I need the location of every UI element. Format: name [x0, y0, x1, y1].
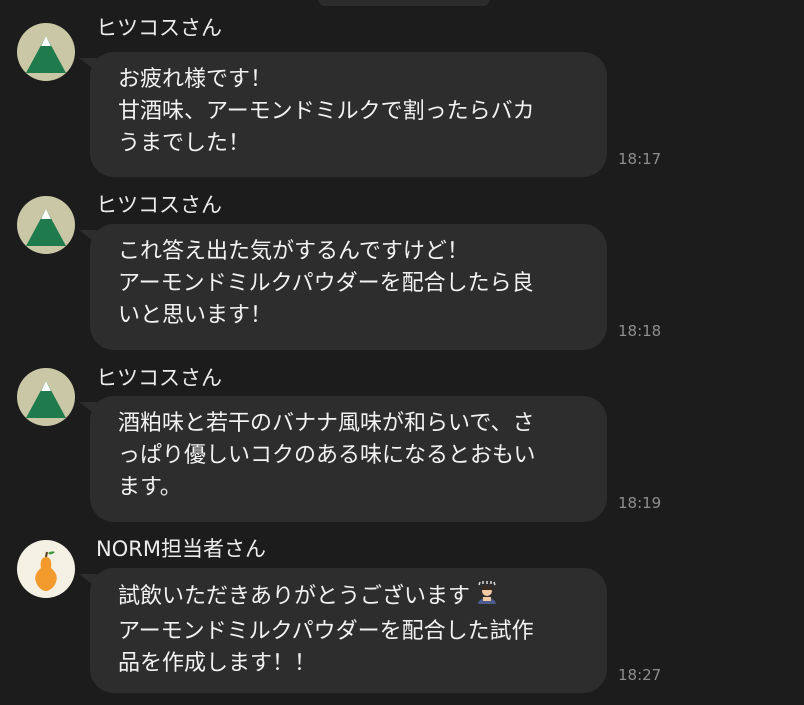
previous-item-edge — [318, 0, 490, 6]
message-bubble[interactable]: 試飲いただきありがとうございます アーモンドミルクパウダーを配合した試作 品を作… — [90, 568, 607, 693]
message-timestamp: 18:19 — [618, 494, 662, 512]
sender-name: ヒツコスさん — [96, 193, 222, 217]
message-line: ます。 — [118, 475, 182, 500]
message-line: 甘酒味、アーモンドミルクで割ったらバカ — [118, 99, 535, 124]
bowing-person-emoji-icon — [474, 580, 500, 616]
message-bubble[interactable]: お疲れ様です！ 甘酒味、アーモンドミルクで割ったらバカ うまでした！ — [90, 52, 607, 177]
message-line: 試飲いただきありがとうございます — [118, 580, 593, 616]
message-timestamp: 18:17 — [618, 150, 662, 168]
message-line: アーモンドミルクパウダーを配合したら良 — [118, 271, 534, 296]
sender-name: ヒツコスさん — [96, 366, 222, 390]
message-line: これ答え出た気がするんですけど！ — [118, 239, 469, 264]
message-line: 品を作成します！！ — [118, 651, 317, 676]
message-bubble[interactable]: これ答え出た気がするんですけど！ アーモンドミルクパウダーを配合したら良 いと思… — [90, 224, 607, 350]
message-bubble[interactable]: 酒粕味と若干のバナナ風味が和らいで、さ っぱり優しいコクのある味になるとおもい … — [90, 396, 607, 522]
message-line-text: 試飲いただきありがとうございます — [118, 584, 471, 609]
message-line: アーモンドミルクパウダーを配合した試作 — [118, 619, 534, 644]
pear-avatar-icon[interactable] — [17, 540, 75, 598]
message-timestamp: 18:18 — [618, 322, 662, 340]
message-line: いと思います！ — [118, 303, 273, 328]
message-timestamp: 18:27 — [618, 666, 662, 684]
sender-name: ヒツコスさん — [96, 16, 222, 40]
message-line: っぱり優しいコクのある味になるとおもい — [118, 443, 536, 468]
chat-thread[interactable]: ヒツコスさん お疲れ様です！ 甘酒味、アーモンドミルクで割ったらバカ うまでした… — [0, 0, 804, 705]
message-line: うまでした！ — [118, 131, 251, 156]
mountain-avatar-icon[interactable] — [17, 23, 75, 81]
mountain-avatar-icon[interactable] — [17, 196, 75, 254]
mountain-avatar-icon[interactable] — [17, 368, 75, 426]
sender-name: NORM担当者さん — [96, 537, 266, 561]
message-line: 酒粕味と若干のバナナ風味が和らいで、さ — [118, 411, 535, 436]
message-line: お疲れ様です！ — [118, 67, 273, 92]
